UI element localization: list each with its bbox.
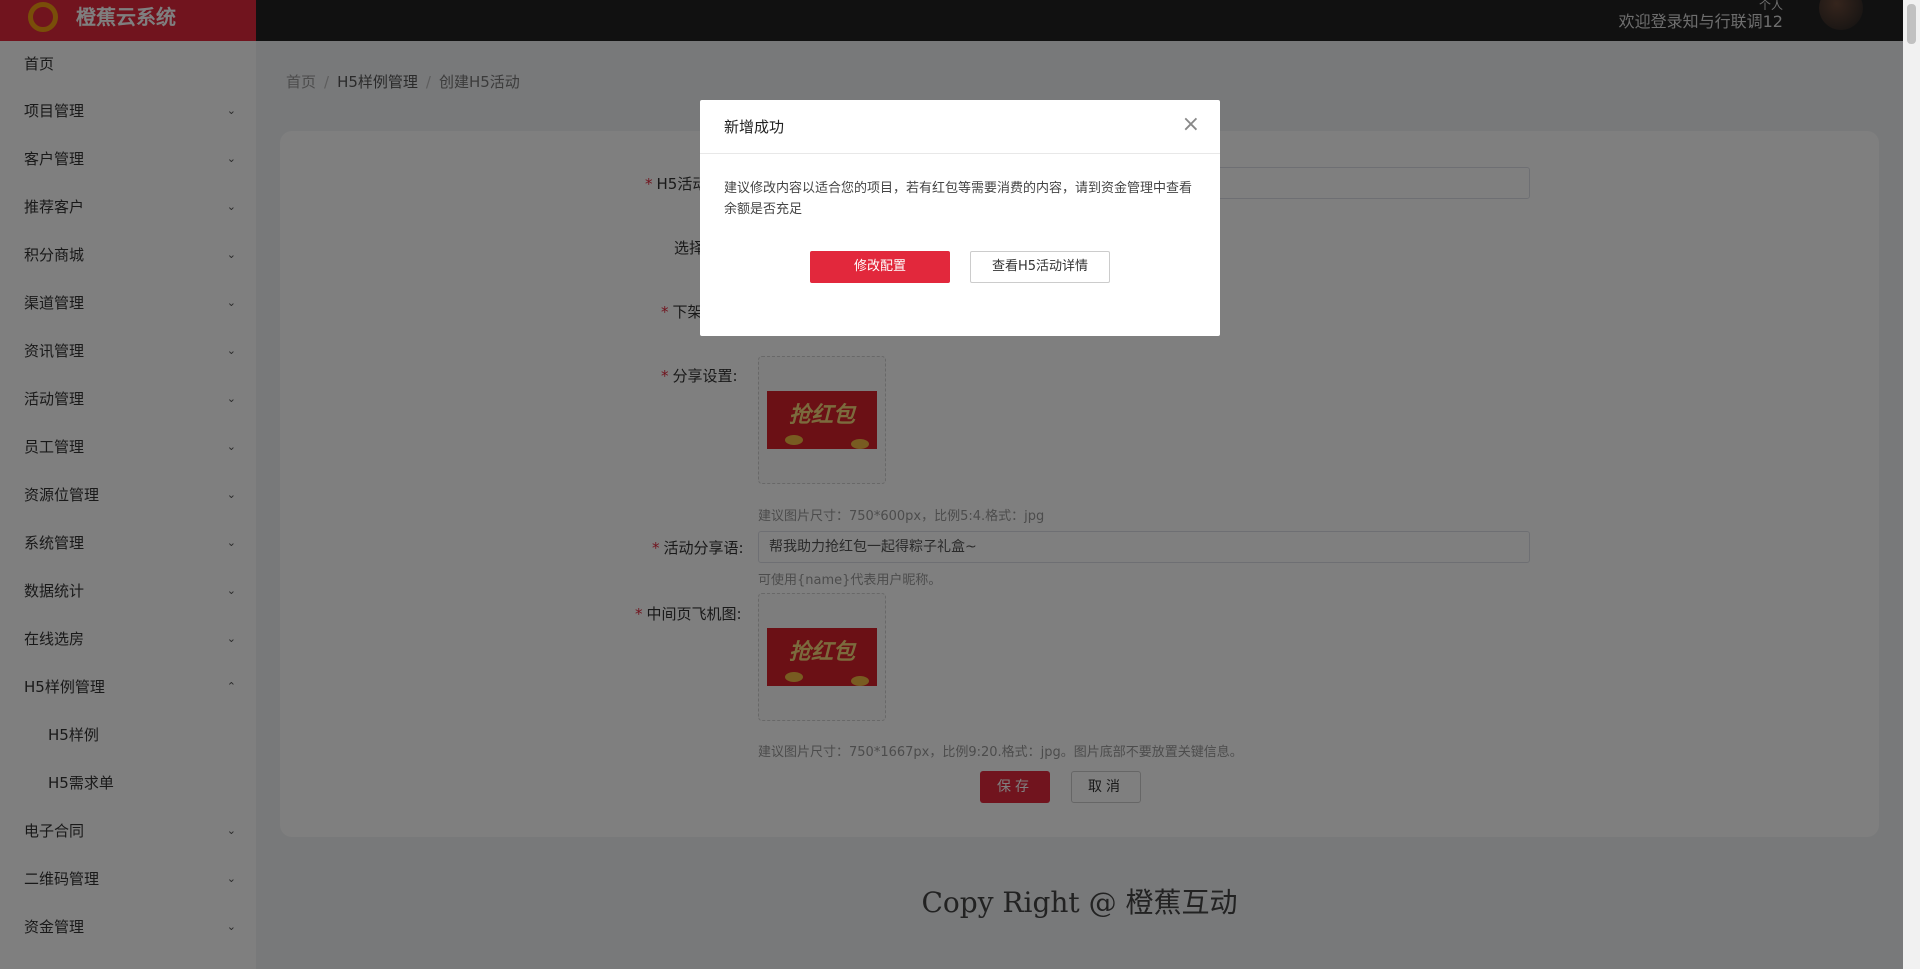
modify-config-button[interactable]: 修改配置 bbox=[810, 251, 950, 283]
dialog-title: 新增成功 bbox=[724, 118, 785, 136]
dialog-divider bbox=[700, 153, 1220, 154]
dialog-message: 建议修改内容以适合您的项目，若有红包等需要消费的内容，请到资金管理中查看余额是否… bbox=[724, 181, 1193, 217]
view-h5-detail-button[interactable]: 查看H5活动详情 bbox=[970, 251, 1110, 283]
success-dialog: 新增成功 × 建议修改内容以适合您的项目，若有红包等需要消费的内容，请到资金管理… bbox=[700, 100, 1220, 336]
close-icon[interactable]: × bbox=[1182, 114, 1200, 136]
scrollbar-thumb[interactable] bbox=[1907, 4, 1916, 44]
page-scrollbar[interactable] bbox=[1903, 0, 1920, 969]
